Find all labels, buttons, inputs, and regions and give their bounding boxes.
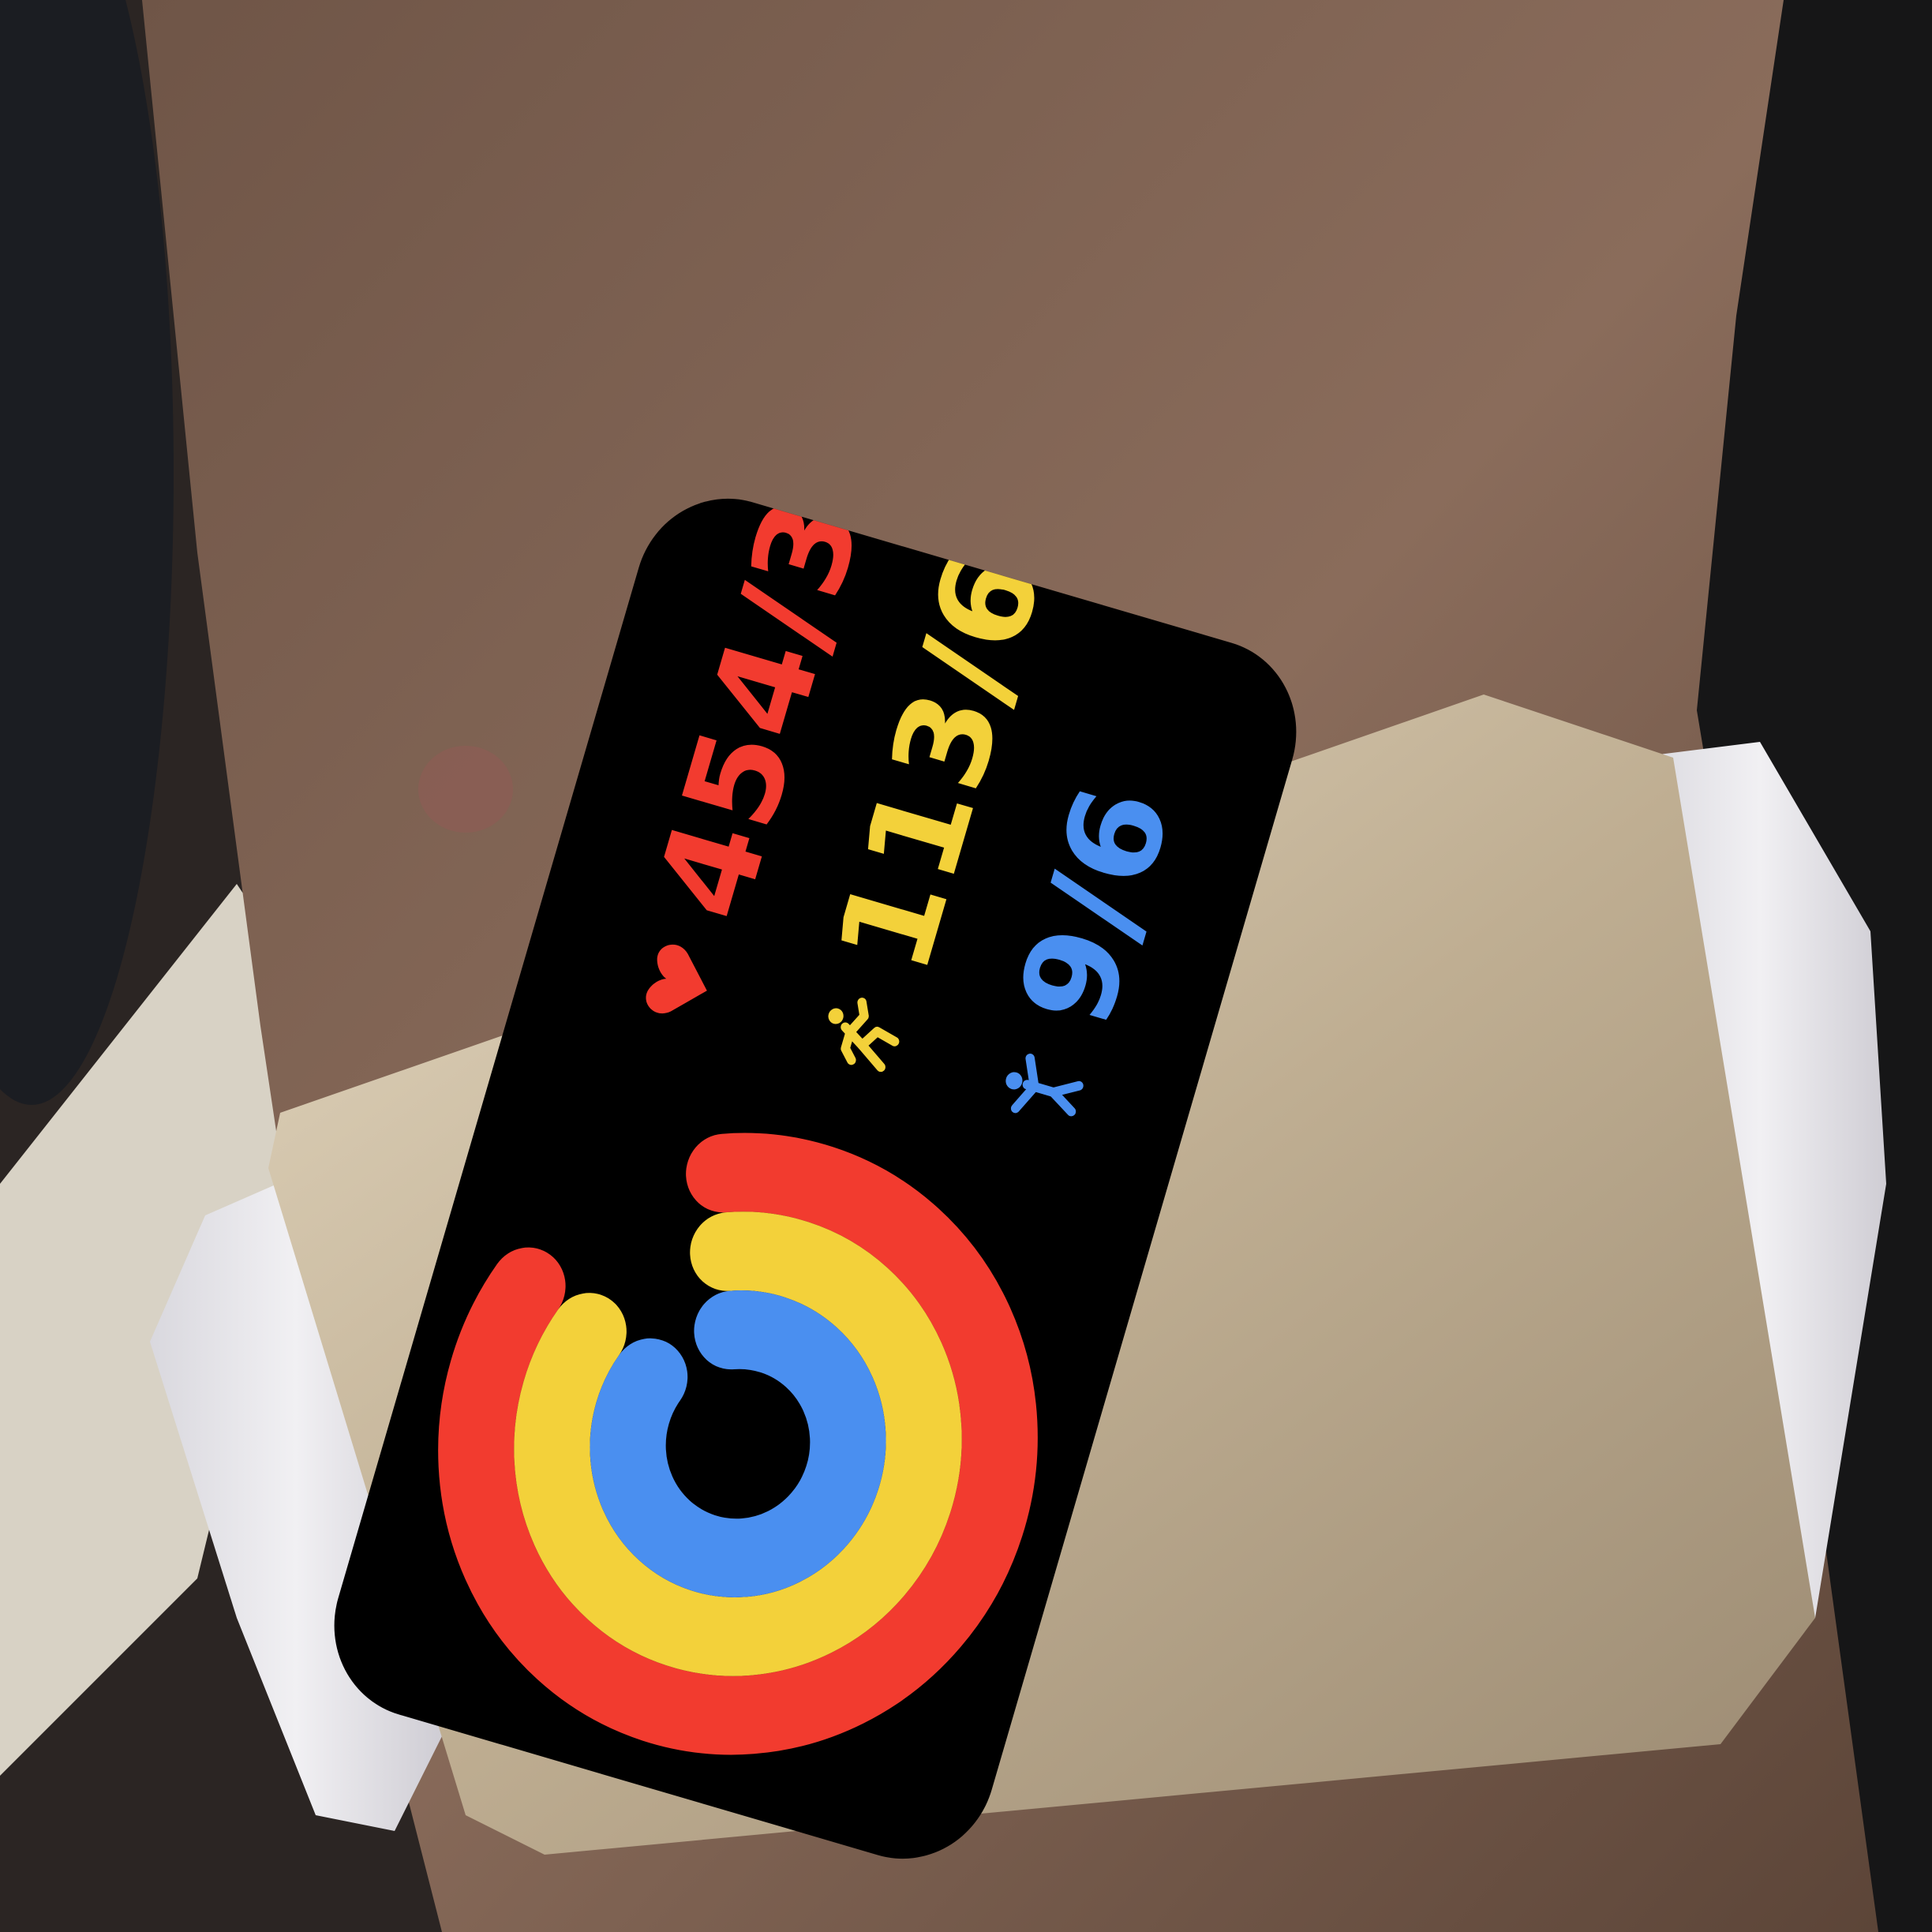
activity-rings [438,1133,1038,1755]
stand-value: 9/6 [990,769,1202,1043]
heart-icon [623,924,736,1041]
skin-mark [418,746,513,833]
standing-person-icon [986,1031,1099,1148]
stand-ring [590,1290,886,1597]
running-icon [804,978,918,1095]
stand-stat: 9/6 [968,769,1202,1152]
